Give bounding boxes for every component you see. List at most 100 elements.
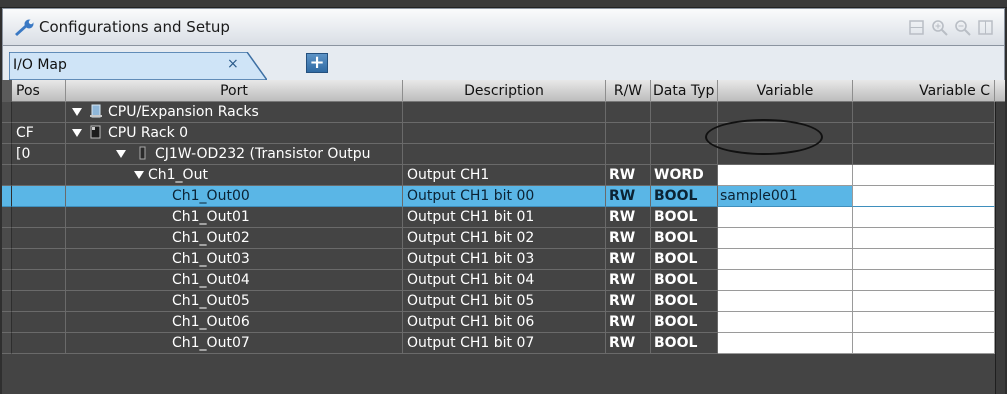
datatype-cell: BOOL [651,228,718,249]
port-label: Ch1_Out04 [172,272,250,288]
row-header [2,165,12,186]
fit-icon[interactable] [908,19,925,36]
variable-cell[interactable] [718,207,853,228]
header-corner [2,80,12,102]
window-frame: Configurations and Setup I/O Map × + Pos… [0,0,1007,394]
top-strip [0,0,1007,8]
zoom-out-icon[interactable] [954,19,971,36]
variable-comment-cell[interactable] [853,333,995,354]
row-header [2,312,12,333]
zoom-in-icon[interactable] [931,19,948,36]
variable-comment-cell[interactable] [853,165,995,186]
row-header [2,270,12,291]
expand-toggle-icon[interactable] [72,108,82,116]
vertical-scrollbar[interactable] [995,102,1005,394]
column-header-description[interactable]: Description [403,80,606,102]
datatype-cell: BOOL [651,291,718,312]
port-cell: Ch1_Out04 [66,270,403,291]
port-label: Ch1_Out05 [172,293,250,309]
port-cell: Ch1_Out [66,165,403,186]
table-row[interactable]: CF CPU Rack 0 [2,123,1005,144]
variable-cell[interactable]: sample001 [718,186,853,207]
rw-cell: RW [606,270,651,291]
port-cell: CPU/Expansion Racks [66,102,403,123]
title-bar: Configurations and Setup [2,8,1005,46]
cpu-icon [89,125,108,141]
expand-toggle-icon[interactable] [116,150,126,158]
io-map-grid: Pos Port Description R/W Data Typ Variab… [2,80,1005,394]
rw-cell [606,144,651,165]
datatype-cell: WORD [651,165,718,186]
row-header [2,333,12,354]
table-row[interactable]: Ch1_Out03 Output CH1 bit 03 RW BOOL [2,249,1005,270]
pos-cell [12,333,66,354]
variable-cell [718,123,853,144]
close-icon[interactable]: × [227,56,239,72]
variable-comment-cell [853,102,995,123]
description-cell [403,144,606,165]
variable-comment-cell [853,123,995,144]
port-cell: Ch1_Out06 [66,312,403,333]
table-row[interactable]: Ch1_Out06 Output CH1 bit 06 RW BOOL [2,312,1005,333]
window-title: Configurations and Setup [39,18,230,36]
port-cell: Ch1_Out03 [66,249,403,270]
column-header-port[interactable]: Port [66,80,403,102]
description-cell: Output CH1 [403,165,606,186]
variable-cell [718,144,853,165]
fit-window-icon[interactable] [977,19,994,36]
datatype-cell: BOOL [651,312,718,333]
variable-comment-cell[interactable] [853,249,995,270]
variable-cell[interactable] [718,228,853,249]
variable-cell[interactable] [718,165,853,186]
table-row[interactable]: Ch1_Out07 Output CH1 bit 07 RW BOOL [2,333,1005,354]
variable-cell[interactable] [718,291,853,312]
row-header [2,207,12,228]
variable-cell[interactable] [718,249,853,270]
rw-cell: RW [606,291,651,312]
column-header-datatype[interactable]: Data Typ [651,80,718,102]
table-row[interactable]: Ch1_Out00 Output CH1 bit 00 RW BOOL sample00… [2,186,1005,207]
rw-cell: RW [606,207,651,228]
row-header [2,102,12,123]
pos-cell [12,186,66,207]
tab-label: I/O Map [13,57,67,73]
add-tab-button[interactable]: + [306,53,328,73]
port-cell: Ch1_Out05 [66,291,403,312]
column-header-pos[interactable]: Pos [12,80,66,102]
variable-cell[interactable] [718,270,853,291]
variable-comment-cell[interactable] [853,270,995,291]
variable-comment-cell[interactable] [853,228,995,249]
row-header [2,186,12,207]
expand-toggle-icon[interactable] [72,129,82,137]
datatype-cell [651,102,718,123]
table-row[interactable]: Ch1_Out Output CH1 RW WORD [2,165,1005,186]
column-header-variable-comment[interactable]: Variable C [853,80,995,102]
datatype-cell: BOOL [651,270,718,291]
table-row[interactable]: CPU/Expansion Racks [2,102,1005,123]
table-row[interactable]: Ch1_Out04 Output CH1 bit 04 RW BOOL [2,270,1005,291]
variable-cell[interactable] [718,333,853,354]
variable-cell[interactable] [718,312,853,333]
variable-comment-cell[interactable] [853,291,995,312]
pos-cell [12,228,66,249]
table-row[interactable]: Ch1_Out01 Output CH1 bit 01 RW BOOL [2,207,1005,228]
pos-cell [12,249,66,270]
tab-io-map[interactable]: I/O Map × [9,52,267,80]
column-header-rw[interactable]: R/W [606,80,651,102]
rack-icon [89,104,108,120]
description-cell: Output CH1 bit 07 [403,333,606,354]
table-row[interactable]: [0 CJ1W-OD232 (Transistor Outpu [2,144,1005,165]
column-header-variable[interactable]: Variable [718,80,853,102]
datatype-cell: BOOL [651,333,718,354]
expand-toggle-icon[interactable] [134,171,144,179]
port-label: Ch1_Out03 [172,251,250,267]
variable-comment-cell[interactable] [853,186,995,207]
wrench-icon [15,19,34,36]
pos-cell: CF [12,123,66,144]
port-label: Ch1_Out02 [172,230,250,246]
variable-comment-cell[interactable] [853,207,995,228]
variable-comment-cell[interactable] [853,312,995,333]
port-cell: Ch1_Out02 [66,228,403,249]
table-row[interactable]: Ch1_Out05 Output CH1 bit 05 RW BOOL [2,291,1005,312]
table-row[interactable]: Ch1_Out02 Output CH1 bit 02 RW BOOL [2,228,1005,249]
